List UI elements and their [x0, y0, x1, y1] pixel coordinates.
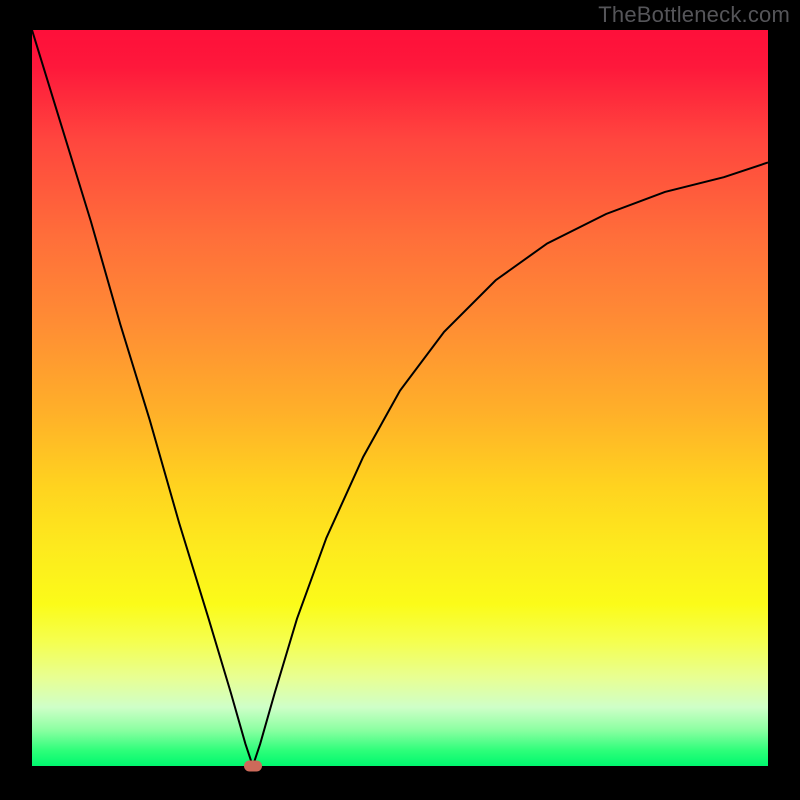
chart-frame: TheBottleneck.com	[0, 0, 800, 800]
curve-path	[32, 30, 768, 766]
plot-area	[32, 30, 768, 766]
optimum-marker	[244, 761, 262, 772]
bottleneck-curve	[32, 30, 768, 766]
watermark-text: TheBottleneck.com	[598, 2, 790, 28]
